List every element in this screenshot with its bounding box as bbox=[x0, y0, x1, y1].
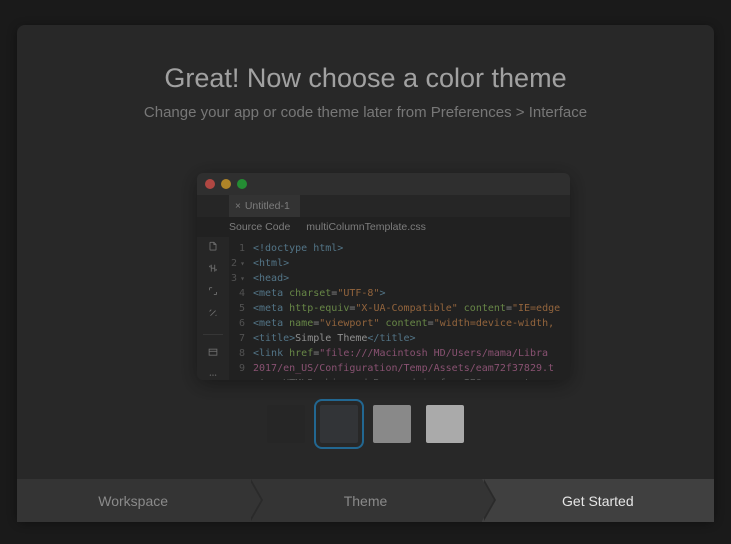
theme-swatch-row bbox=[17, 405, 714, 443]
panel-icon bbox=[206, 347, 220, 357]
file-icon bbox=[206, 241, 220, 251]
line-gutter: 1 2▾ 3▾ 4 5 6 7 8 9 bbox=[229, 237, 249, 380]
step-workspace[interactable]: Workspace bbox=[17, 479, 249, 522]
wand-icon bbox=[206, 308, 220, 318]
onboarding-panel: Great! Now choose a color theme Change y… bbox=[17, 25, 714, 521]
minimize-icon bbox=[221, 179, 231, 189]
page-title: Great! Now choose a color theme bbox=[17, 25, 714, 94]
expand-icon bbox=[206, 286, 220, 296]
source-tab: Source Code bbox=[229, 221, 290, 233]
source-tabbar: Source Code multiColumnTemplate.css bbox=[197, 217, 570, 237]
document-tab-label: Untitled-1 bbox=[245, 200, 290, 212]
step-label: Get Started bbox=[562, 493, 634, 509]
code-area: <!doctype html> <html> <head> <meta char… bbox=[249, 237, 570, 380]
maximize-icon bbox=[237, 179, 247, 189]
step-theme[interactable]: Theme bbox=[249, 479, 481, 522]
document-tabbar: × Untitled-1 bbox=[197, 195, 570, 217]
step-get-started[interactable]: Get Started bbox=[482, 479, 714, 522]
page-subtitle: Change your app or code theme later from… bbox=[17, 94, 714, 121]
theme-swatch-dark[interactable] bbox=[267, 405, 305, 443]
step-label: Theme bbox=[344, 493, 388, 509]
window-titlebar bbox=[197, 173, 570, 195]
wizard-steps: Workspace Theme Get Started bbox=[17, 479, 714, 522]
theme-swatch-light-grey[interactable] bbox=[373, 405, 411, 443]
editor-preview: × Untitled-1 Source Code multiColumnTemp… bbox=[197, 173, 570, 380]
theme-swatch-white[interactable] bbox=[426, 405, 464, 443]
close-icon bbox=[205, 179, 215, 189]
document-tab: × Untitled-1 bbox=[229, 195, 300, 217]
tool-column bbox=[197, 237, 229, 380]
more-icon bbox=[206, 370, 220, 380]
css-tab: multiColumnTemplate.css bbox=[306, 221, 426, 233]
split-icon bbox=[206, 263, 220, 273]
theme-swatch-medium-dark[interactable] bbox=[320, 405, 358, 443]
step-label: Workspace bbox=[98, 493, 168, 509]
close-tab-icon: × bbox=[235, 201, 241, 212]
